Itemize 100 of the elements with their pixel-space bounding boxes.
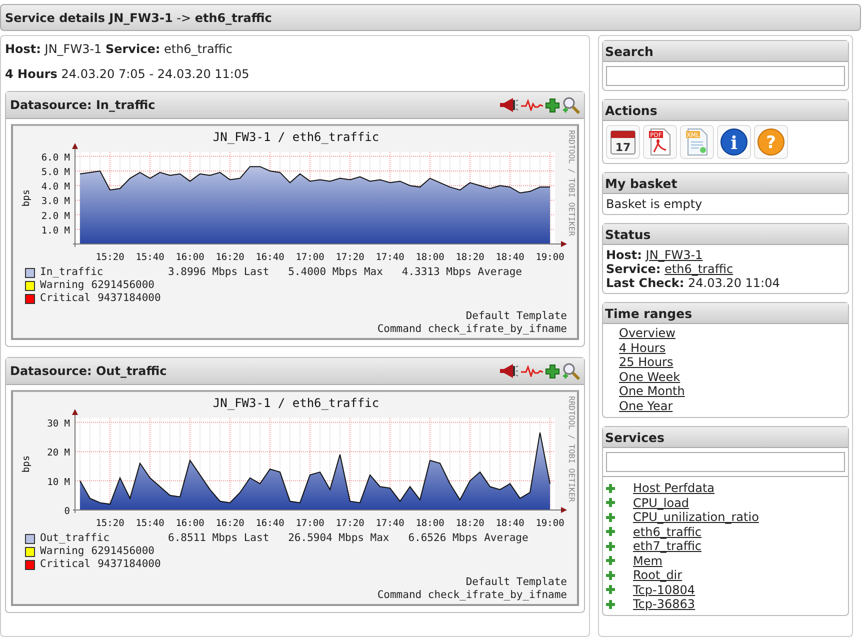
time-range-link[interactable]: Overview	[619, 326, 676, 340]
legend-value: 6291456000	[91, 279, 154, 292]
panel-title: Time ranges	[603, 303, 848, 324]
x-tick-label: 19:00	[536, 518, 564, 529]
plus-icon[interactable]	[606, 600, 615, 609]
legend-label: In_traffic	[40, 266, 104, 279]
y-tick-label: 1.0 M	[41, 225, 70, 236]
legend-label: Critical	[40, 292, 91, 305]
info-icon[interactable]: i	[717, 125, 751, 159]
x-tick-label: 16:00	[176, 252, 204, 263]
status-label: Host:	[606, 248, 642, 262]
panel-title: My basket	[603, 173, 848, 194]
status-link[interactable]: JN_FW3-1	[646, 248, 703, 262]
megaphone-icon[interactable]	[499, 97, 519, 113]
time-range-link[interactable]: One Week	[619, 370, 680, 384]
template-label: Default Template	[466, 310, 567, 323]
legend-label: Critical	[40, 558, 91, 571]
service-link[interactable]: eth6_traffic	[633, 524, 702, 539]
chart-title: JN_FW3-1 / eth6_traffic	[212, 130, 380, 144]
time-range-link[interactable]: One Year	[619, 398, 673, 413]
x-tick-label: 18:00	[416, 518, 444, 529]
legend-value: 9437184000	[98, 292, 161, 305]
y-tick-label: 2.0 M	[41, 210, 70, 222]
service-link[interactable]: Host Perfdata	[633, 481, 715, 496]
zoom-in-icon[interactable]	[562, 362, 580, 380]
plus-icon[interactable]	[606, 527, 615, 536]
y-axis-label: bps	[21, 189, 32, 207]
time-range-line: 4 Hours 24.03.20 7:05 - 24.03.20 11:05	[5, 67, 250, 81]
y-tick-label: 10 M	[47, 476, 70, 488]
service-link[interactable]: CPU_unilization_ratio	[633, 510, 759, 524]
chart-title: JN_FW3-1 / eth6_traffic	[212, 396, 380, 410]
service-link[interactable]: CPU_load	[633, 496, 690, 510]
service-link[interactable]: Tcp-36863	[633, 597, 696, 612]
status-link[interactable]: eth6_traffic	[664, 262, 734, 276]
pulse-line-icon[interactable]	[521, 365, 543, 377]
graph-watermark: RRDTOOL / TOBI OETIKER	[567, 396, 576, 502]
service-link[interactable]: Mem	[633, 554, 662, 568]
x-tick-label: 16:00	[176, 518, 204, 529]
plus-icon[interactable]	[606, 542, 615, 551]
x-tick-label: 18:00	[416, 252, 444, 263]
x-tick-label: 18:20	[456, 518, 484, 529]
service-link[interactable]: Root_dir	[633, 568, 682, 582]
legend-value: 9437184000	[98, 558, 161, 571]
calendar-icon[interactable]: 17	[606, 125, 640, 159]
x-tick-label: 15:40	[136, 252, 164, 263]
zoom-in-icon[interactable]	[562, 96, 580, 114]
y-axis-label: bps	[21, 455, 32, 473]
service-link[interactable]: eth7_traffic	[633, 539, 702, 554]
status-value: 24.03.20 11:04	[688, 276, 780, 290]
status-label: Last Check:	[606, 276, 684, 290]
basket-text: Basket is empty	[606, 197, 702, 211]
plus-icon[interactable]	[545, 98, 560, 112]
panel-title: Actions	[603, 100, 848, 121]
plus-icon[interactable]	[545, 364, 560, 378]
x-tick-label: 19:00	[536, 252, 564, 263]
plus-icon[interactable]	[606, 570, 615, 580]
x-tick-label: 17:40	[376, 518, 404, 529]
x-tick-label: 16:20	[216, 252, 244, 263]
plus-icon[interactable]	[606, 585, 615, 594]
x-tick-label: 15:20	[96, 518, 124, 529]
legend-label: Out_traffic	[40, 532, 111, 545]
x-tick-label: 16:40	[256, 518, 284, 529]
status-label: Service:	[606, 262, 661, 276]
x-tick-label: 18:40	[496, 518, 524, 529]
time-range-link[interactable]: 25 Hours	[619, 355, 674, 370]
plus-icon[interactable]	[606, 484, 615, 493]
page-title: Service details JN_FW3-1 -> eth6_traffic	[5, 10, 272, 24]
datasource-title: Datasource: In_traffic	[10, 98, 156, 112]
y-tick-label: 6.0 M	[41, 152, 70, 164]
plus-icon[interactable]	[606, 512, 615, 522]
y-tick-label: 30 M	[47, 418, 70, 430]
panel-title: Services	[603, 427, 848, 448]
x-tick-label: 18:20	[456, 252, 484, 263]
x-tick-label: 17:40	[376, 252, 404, 263]
legend-label: Warning	[40, 279, 84, 292]
x-tick-label: 17:20	[336, 252, 364, 263]
x-tick-label: 17:00	[296, 518, 324, 529]
x-tick-label: 16:40	[256, 252, 284, 263]
plus-icon[interactable]	[606, 498, 615, 508]
plus-icon[interactable]	[606, 556, 615, 566]
service-link[interactable]: Tcp-10804	[633, 582, 696, 597]
search-field[interactable]	[606, 66, 845, 86]
template-label: Default Template	[466, 576, 567, 589]
panel-title: Status	[603, 224, 848, 245]
x-tick-label: 15:40	[136, 518, 164, 529]
graph-watermark: RRDTOOL / TOBI OETIKER	[567, 130, 576, 236]
legend-label: Warning	[40, 545, 84, 558]
command-label: Command check_ifrate_by_ifname	[377, 323, 567, 336]
legend-value: 6.8511 Mbps Last 26.5904 Mbps Max 6.6526 Mbps Average	[168, 532, 528, 545]
service-filter-field[interactable]	[606, 452, 845, 472]
time-range-link[interactable]: One Month	[619, 384, 685, 398]
command-label: Command check_ifrate_by_ifname	[377, 589, 567, 602]
y-tick-label: 20 M	[47, 448, 70, 459]
y-tick-label: 3.0 M	[41, 196, 70, 208]
time-range-link[interactable]: 4 Hours	[619, 340, 666, 355]
y-tick-label: 5.0 M	[41, 166, 70, 178]
pulse-line-icon[interactable]	[521, 99, 543, 111]
panel-title: Search	[603, 41, 848, 62]
megaphone-icon[interactable]	[499, 363, 519, 379]
y-tick-label: 0	[64, 506, 70, 517]
